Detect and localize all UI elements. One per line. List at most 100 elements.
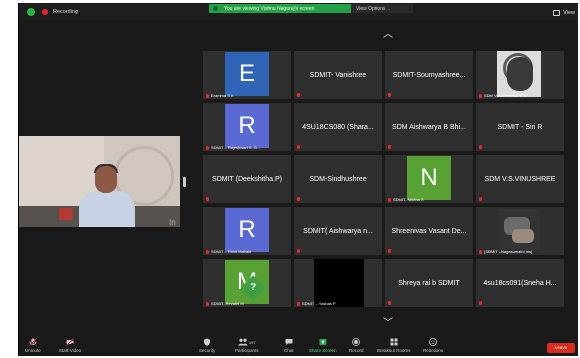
unmute-label: Unmute (25, 348, 41, 353)
participant-tile[interactable]: SDMIT( Aishwarya n... (294, 207, 382, 255)
participant-label: (SDMIT –Nagasumathi ms) (479, 249, 532, 254)
participant-label: Eramma S K (206, 93, 234, 98)
muted-mic-icon (206, 93, 209, 98)
participant-tile[interactable]: (SDMIT –Nagasumathi ms) (476, 207, 564, 255)
photo-shape (512, 229, 534, 243)
muted-mic-icon (297, 249, 300, 253)
share-screen-label: Share Screen (309, 348, 337, 353)
participant-name: SDMIT - Siri R (497, 123, 543, 131)
chat-button[interactable]: Chat (284, 338, 294, 353)
muted-mic-icon (479, 249, 482, 254)
leave-button[interactable]: Leave (547, 343, 575, 353)
split-view-handle[interactable] (183, 177, 186, 187)
zoom-meeting-window: Recording You are viewing Vishnu Nagaraj… (18, 3, 578, 356)
participant-name: 4SU18CS080 (Shara... (302, 123, 374, 131)
participant-tile[interactable]: N SDMIT- Nikitha S (385, 155, 473, 203)
participants-label: Participants (235, 348, 259, 353)
participant-tile[interactable]: SDMIT (Deekshitha.P) (203, 155, 291, 203)
participant-tile[interactable]: SDM V.S.VINUSHREE (476, 155, 564, 203)
chevron-down-icon: ⌄ (387, 6, 391, 11)
muted-mic-icon (479, 93, 482, 98)
participant-tile[interactable]: SDM-Sindhushree (294, 155, 382, 203)
top-bar: Recording You are viewing Vishnu Nagaraj… (19, 3, 578, 21)
participant-tile[interactable]: E Eramma S K (203, 51, 291, 99)
record-label: Record (349, 348, 364, 353)
participant-tile[interactable]: 4SU18CS080 (Shara... (294, 103, 382, 151)
participant-name: SDM V.S.VINUSHREE (484, 175, 556, 183)
view-button-label: View (563, 10, 575, 16)
participant-tile[interactable]: SDMIT – Yashas P (294, 259, 382, 307)
participant-name: SDMIT- Nikitha S (393, 197, 424, 202)
record-icon (352, 338, 361, 346)
participants-count: 197 (248, 339, 256, 345)
record-dot-icon (42, 9, 48, 15)
muted-mic-icon (206, 145, 209, 150)
muted-mic-icon (388, 145, 391, 149)
participant-profile-photo (497, 51, 541, 97)
muted-mic-icon (388, 93, 391, 97)
unmute-button[interactable]: Unmute (25, 338, 41, 353)
participant-name: SDMIT – Rajeshwari S. G... (211, 145, 261, 150)
breakout-rooms-button[interactable]: Breakout Rooms (377, 338, 411, 353)
video-flag (59, 208, 73, 220)
participant-tile[interactable]: Shreya rai b SDMIT (385, 259, 473, 307)
muted-mic-icon (297, 145, 300, 149)
participant-name: Shreenivas Vasant De... (391, 227, 467, 235)
participant-tile[interactable]: R SDMIT – Rajeshwari S. G... (203, 103, 291, 151)
participant-tile[interactable]: R SDMIT – Rohit Mahale (203, 207, 291, 255)
participant-avatar: R (225, 104, 269, 148)
participant-name: 4su18cs091(Sneha H... (483, 279, 557, 287)
participant-label: SDM Varun Hebbar B S (479, 93, 526, 98)
share-screen-button[interactable]: Share Screen (309, 338, 337, 353)
video-off-icon (66, 338, 74, 346)
muted-mic-icon (388, 249, 391, 253)
muted-mic-icon (388, 197, 391, 202)
participant-tile[interactable]: SDMIT- Vanishree (294, 51, 382, 99)
gallery-page-up-icon[interactable]: ︿ (383, 30, 393, 40)
participants-icon: 197 (236, 338, 258, 346)
video-overlay-text: In (169, 218, 176, 227)
chat-icon (285, 338, 293, 346)
share-banner-text: You are viewing Vishnu Nagaraj's screen (224, 5, 315, 12)
participant-tile[interactable]: SDM Aishwarya B Bhi... (385, 103, 473, 151)
start-video-button[interactable]: Start Video (59, 338, 81, 353)
participant-avatar: R (225, 208, 269, 252)
muted-mic-icon (479, 145, 482, 149)
chat-label: Chat (284, 348, 294, 353)
participant-tile[interactable]: M?SDMIT–Revathi M (203, 259, 291, 307)
participant-tile[interactable]: SDM Varun Hebbar B S (476, 51, 564, 99)
participant-tile[interactable]: Shreenivas Vasant De... (385, 207, 473, 255)
microphone-muted-icon (29, 338, 37, 346)
recording-indicator: Recording (27, 8, 78, 16)
reactions-button[interactable]: Reactions (423, 338, 443, 353)
participant-name: SDM Varun Hebbar B S (484, 93, 527, 98)
meeting-toolbar: Unmute Start Video Security 197 Particip… (19, 337, 578, 356)
participant-tile[interactable]: 4su18cs091(Sneha H... (476, 259, 564, 307)
participant-name: SDMIT- Vanishree (309, 71, 367, 79)
participant-name: Eramma S K (211, 93, 234, 98)
shield-icon (203, 338, 211, 346)
speaker-head (95, 166, 117, 193)
participant-name: SDM Aishwarya B Bhi... (392, 123, 466, 131)
recording-label: Recording (53, 9, 79, 15)
muted-mic-icon (297, 93, 300, 97)
security-button[interactable]: Security (199, 338, 215, 353)
participant-video (314, 259, 364, 307)
muted-mic-icon (479, 197, 482, 201)
muted-mic-icon (206, 301, 209, 306)
participant-tile[interactable]: SDMIT - Siri R (476, 103, 564, 151)
record-button[interactable]: Record (349, 338, 364, 353)
participant-name: Shreya rai b SDMIT (398, 279, 460, 287)
participants-button[interactable]: 197 Participants (235, 338, 259, 353)
view-options-button[interactable]: View Options ⌄ (351, 4, 413, 13)
participant-label: SDMIT–Revathi M (206, 301, 244, 306)
security-label: Security (199, 348, 216, 353)
view-button[interactable]: View (553, 8, 575, 18)
gallery-page-down-icon[interactable]: ﹀ (383, 319, 393, 329)
participant-label: SDMIT – Yashas P (297, 301, 336, 306)
participant-label: SDMIT – Rajeshwari S. G... (206, 145, 260, 150)
view-options-label: View Options (356, 6, 386, 12)
participant-tile[interactable]: SDMIT-Soumyashree... (385, 51, 473, 99)
meeting-info-icon[interactable] (27, 8, 35, 16)
reactions-label: Reactions (423, 348, 444, 353)
